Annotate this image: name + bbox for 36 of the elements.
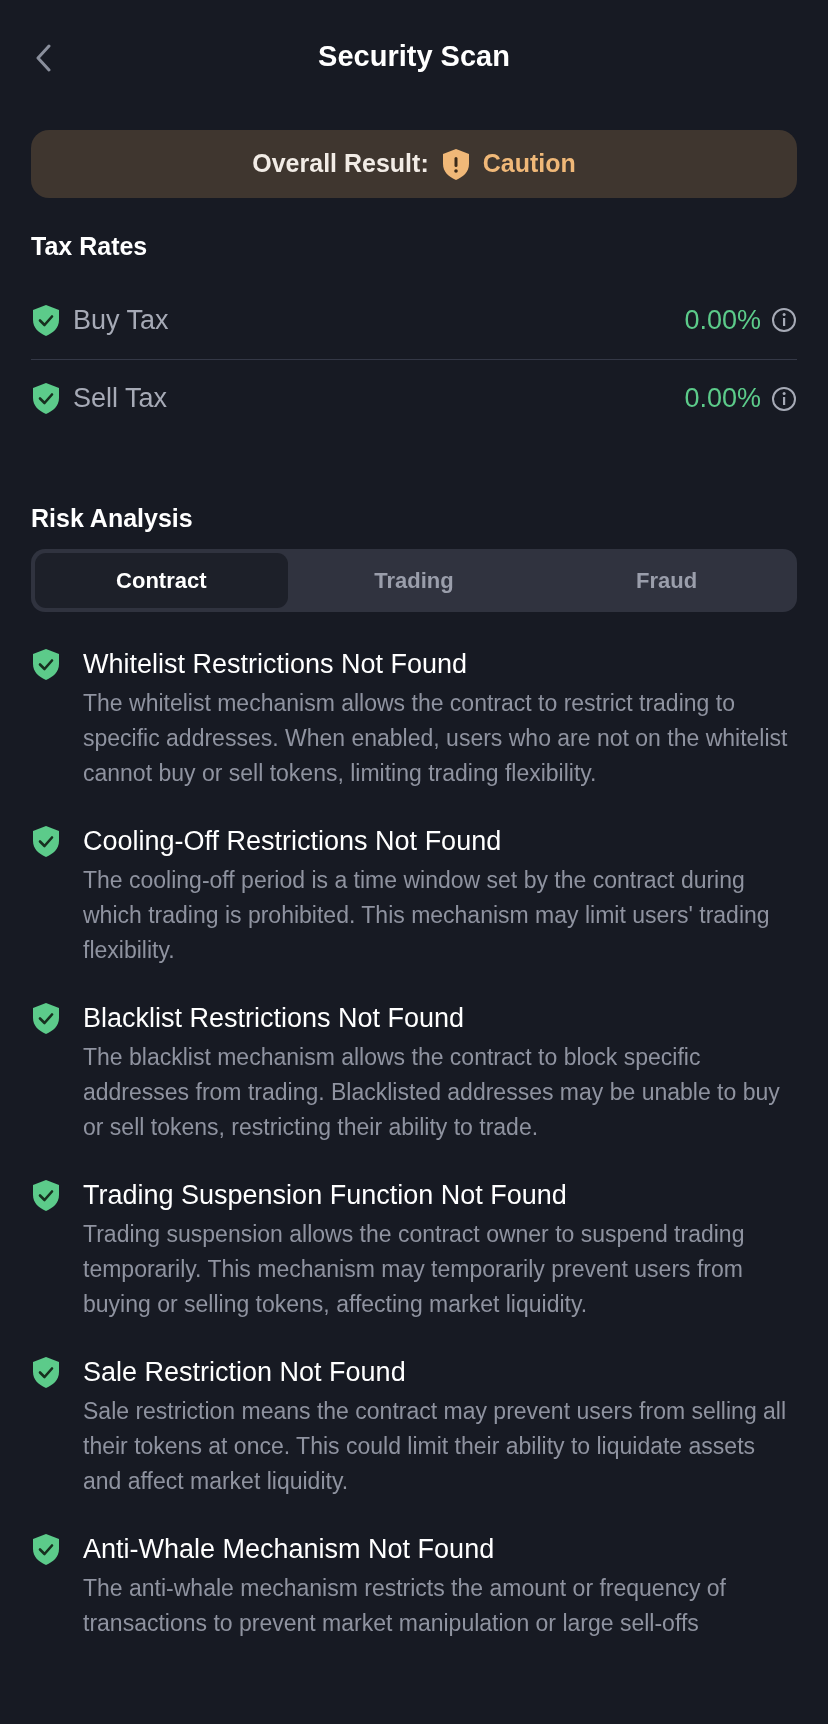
tax-label: Buy Tax	[73, 303, 169, 337]
page-title: Security Scan	[318, 39, 510, 75]
risk-title: Whitelist Restrictions Not Found	[83, 648, 469, 681]
shield-check-icon	[31, 648, 61, 681]
tax-label: Sell Tax	[73, 382, 168, 416]
risk-description: The blacklist mechanism allows the contract to block specific addresses from trading. Blacklisted addresses may be unable to buy or sell tokens, restricting their ability to trade.	[83, 1043, 781, 1142]
section-heading: Tax Rates	[31, 231, 149, 262]
risk-title: Anti-Whale Mechanism Not Found	[83, 1533, 496, 1566]
risk-title: Blacklist Restrictions Not Found	[83, 1002, 466, 1035]
overall-result-label: Overall Result:	[252, 148, 429, 180]
info-icon[interactable]	[771, 385, 797, 412]
shield-check-icon	[31, 1179, 61, 1212]
risk-description: The cooling-off period is a time window set by the contract during which trading is prohibited. This mechanism may limit users' trading flexibility.	[83, 866, 771, 965]
risk-description: Trading suspension allows the contract owner to suspend trading temporarily. This mechanism may temporarily prevent users from buying or selling tokens, affecting market liquidity.	[83, 1220, 746, 1319]
risk-title: Cooling-Off Restrictions Not Found	[83, 825, 503, 858]
shield-check-icon	[31, 382, 61, 415]
section-heading: Risk Analysis	[31, 502, 194, 534]
risk-description: The anti-whale mechanism restricts the amount or frequency of transactions to prevent market manipulation or large sell-offs	[83, 1574, 727, 1638]
risk-description: Sale restriction means the contract may prevent users from selling all their tokens at once. This could limit their ability to liquidate assets and affect market liquidity.	[83, 1397, 788, 1496]
tab[interactable]: Trading	[287, 553, 541, 608]
tax-value: 0.00%	[684, 303, 761, 337]
shield-check-icon	[31, 303, 61, 337]
shield-check-icon	[31, 825, 61, 858]
shield-check-icon	[31, 1356, 61, 1389]
shield-check-icon	[31, 1533, 61, 1566]
tab[interactable]: Contract	[35, 553, 288, 608]
risk-description: The whitelist mechanism allows the contract to restrict trading to specific addresses. When enabled, users who are not on the whitelist cannot buy or sell tokens, limiting trading flexibility.	[83, 689, 789, 788]
overall-result-value: Caution	[482, 148, 576, 180]
tax-value: 0.00%	[684, 382, 761, 416]
shield-check-icon	[31, 1002, 61, 1035]
risk-title: Trading Suspension Function Not Found	[83, 1179, 568, 1212]
info-icon[interactable]	[771, 307, 797, 333]
tab[interactable]: Fraud	[540, 553, 793, 608]
risk-title: Sale Restriction Not Found	[83, 1356, 407, 1389]
shield-alert-icon	[440, 147, 471, 181]
back-icon[interactable]	[34, 44, 52, 72]
